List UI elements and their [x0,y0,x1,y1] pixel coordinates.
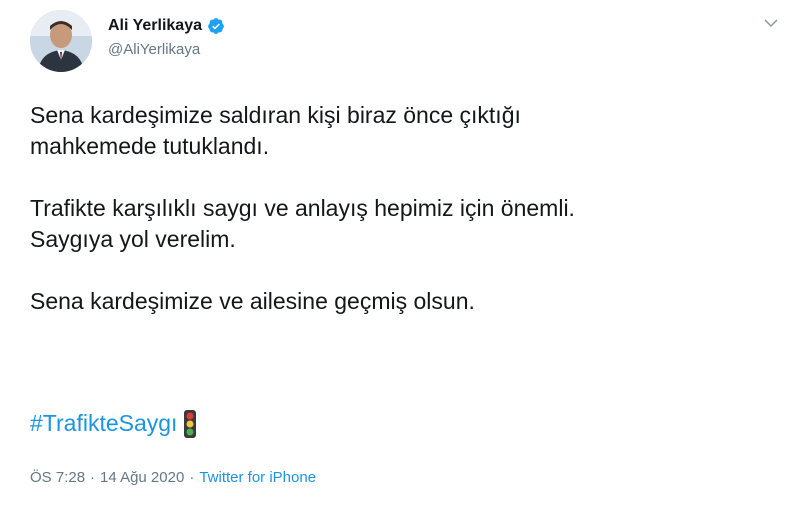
avatar-image [30,10,92,72]
tweet-line: Sena kardeşimize ve ailesine geçmiş olsu… [30,288,475,314]
tweet-date[interactable]: 14 Ağu 2020 [100,468,184,488]
author-handle[interactable]: @AliYerlikaya [108,40,200,60]
tweet-line: Saygıya yol verelim. [30,226,236,252]
tweet-text: Sena kardeşimize saldıran kişi biraz önc… [30,100,780,317]
tweet-line: mahkemede tutuklandı. [30,133,270,159]
tweet-meta: ÖS 7:28 · 14 Ağu 2020 · Twitter for iPho… [30,468,316,488]
author-name-row[interactable]: Ali Yerlikaya [108,16,225,36]
hashtag-row: #TrafikteSaygı [30,408,197,439]
meta-separator: · [90,469,96,486]
chevron-down-icon[interactable] [762,14,780,32]
meta-separator: · [189,469,195,486]
tweet-line: Trafikte karşılıklı saygı ve anlayış hep… [30,195,575,221]
verified-badge-icon [208,18,224,34]
tweet-card: Ali Yerlikaya @AliYerlikaya Sena kardeşi… [0,0,800,511]
tweet-source-link[interactable]: Twitter for iPhone [199,468,316,488]
hashtag-link[interactable]: #TrafikteSaygı [30,408,177,439]
traffic-light-icon [184,409,197,438]
tweet-line: Sena kardeşimize saldıran kişi biraz önc… [30,102,521,128]
tweet-time[interactable]: ÖS 7:28 [30,468,85,488]
author-display-name[interactable]: Ali Yerlikaya [108,16,202,36]
avatar[interactable] [30,10,92,72]
